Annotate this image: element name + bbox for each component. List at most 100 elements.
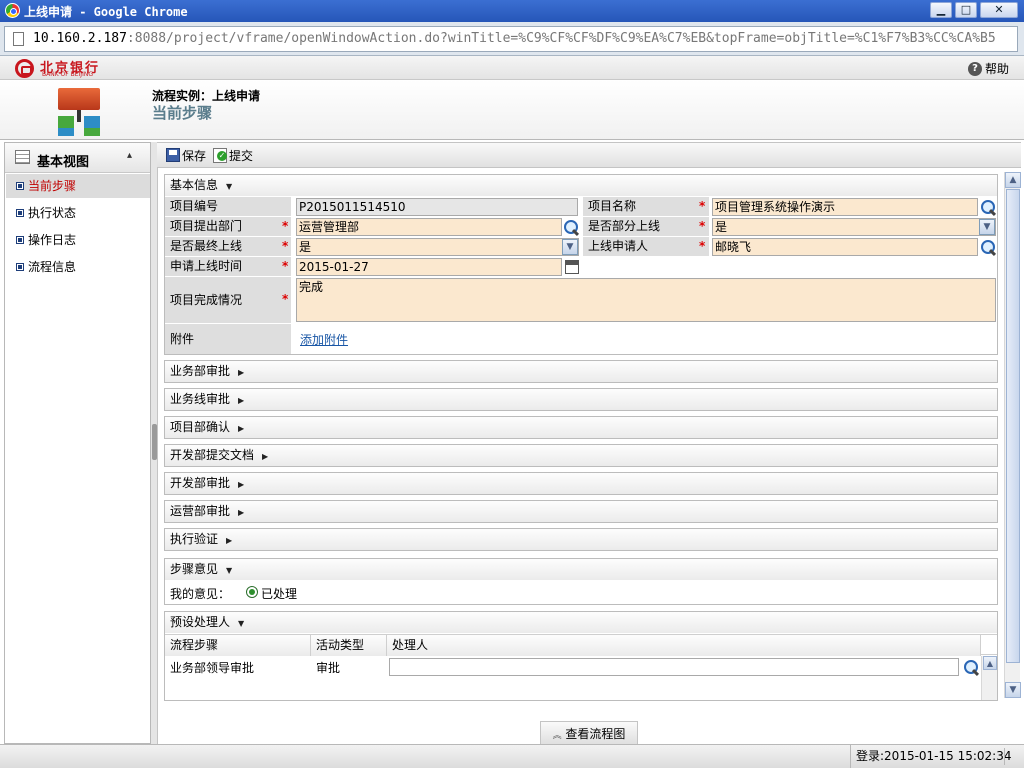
radio-processed-label: 已处理	[261, 587, 298, 601]
scroll-down-icon[interactable]: ▼	[1005, 682, 1021, 698]
section-project-dept-confirm[interactable]: 项目部确认 ▶	[164, 416, 998, 439]
scroll-thumb[interactable]	[1006, 189, 1020, 663]
section-title: 开发部提交文档	[170, 448, 255, 462]
section-header[interactable]: 基本信息 ▼	[165, 175, 997, 196]
sidebar-item-execution-status[interactable]: 执行状态	[6, 201, 150, 225]
view-flowchart-button[interactable]: ︽ 查看流程图	[540, 721, 638, 745]
section-title: 开发部审批	[170, 476, 231, 490]
completion-textarea[interactable]: 完成	[296, 278, 996, 322]
table-row: 业务部领导审批 审批 ▲	[165, 656, 997, 700]
section-header[interactable]: 项目部确认 ▶	[165, 417, 997, 438]
minimize-button[interactable]: ▁	[930, 2, 952, 18]
window-title-bar[interactable]: 上线申请 - Google Chrome ▁ □ ✕	[0, 0, 1024, 22]
url-field[interactable]: 10.160.2.187:8088/project/vframe/openWin…	[4, 26, 1018, 52]
sidebar: 基本视图 ▴ 当前步骤 执行状态 操作日志 流程信息	[4, 142, 151, 744]
workflow-icon	[57, 88, 101, 136]
section-title: 执行验证	[170, 532, 219, 546]
partial-launch-select[interactable]: 是	[712, 218, 996, 236]
submit-icon	[213, 147, 227, 163]
section-business-approval[interactable]: 业务部审批 ▶	[164, 360, 998, 383]
expand-right-icon: ▶	[226, 536, 233, 545]
handler-scrollbar[interactable]: ▲	[981, 656, 997, 700]
section-header[interactable]: 开发部审批 ▶	[165, 473, 997, 494]
expand-right-icon: ▶	[238, 508, 245, 517]
project-no-field[interactable]: P2015011514510	[296, 198, 578, 216]
required-mark: *	[699, 239, 706, 253]
help-question-icon: ?	[968, 61, 982, 76]
sidebar-item-current-step[interactable]: 当前步骤	[6, 174, 150, 198]
applicant-field[interactable]: 邮晓飞	[712, 238, 978, 256]
bullet-icon	[16, 236, 24, 244]
section-header[interactable]: 业务线审批 ▶	[165, 389, 997, 410]
section-ops-approval[interactable]: 运营部审批 ▶	[164, 500, 998, 523]
section-title: 业务部审批	[170, 364, 231, 378]
section-execution-verify[interactable]: 执行验证 ▶	[164, 528, 998, 551]
maximize-button[interactable]: □	[955, 2, 977, 18]
search-icon[interactable]	[980, 239, 997, 256]
section-header[interactable]: 业务部审批 ▶	[165, 361, 997, 382]
content-scrollbar[interactable]: ▲ ▼	[1004, 172, 1021, 698]
search-icon[interactable]	[980, 199, 997, 216]
help-link[interactable]: ? 帮助	[968, 60, 1009, 77]
address-bar: 10.160.2.187:8088/project/vframe/openWin…	[0, 22, 1024, 56]
toolbar: 保存 提交	[157, 142, 1021, 168]
search-icon[interactable]	[963, 659, 980, 676]
sidebar-header: 基本视图 ▴	[5, 143, 150, 173]
chevron-down-icon[interactable]: ▼	[562, 239, 578, 255]
add-attachment-link[interactable]: 添加附件	[300, 331, 348, 348]
section-header[interactable]: 步骤意见 ▼	[165, 559, 997, 580]
launch-date-field[interactable]: 2015-01-27	[296, 258, 562, 276]
section-business-line-approval[interactable]: 业务线审批 ▶	[164, 388, 998, 411]
section-title: 项目部确认	[170, 420, 231, 434]
collapse-up-icon[interactable]: ▴	[127, 150, 132, 161]
scroll-up-icon[interactable]: ▲	[1005, 172, 1021, 188]
sidebar-item-label: 执行状态	[28, 206, 77, 220]
chevron-down-icon[interactable]: ▼	[979, 219, 995, 235]
form-content: 基本信息 ▼ 项目编号 P2015011514510 项目名称 * 项目管理系统操…	[157, 168, 1021, 744]
close-button[interactable]: ✕	[980, 2, 1018, 18]
project-name-label: 项目名称	[583, 197, 709, 216]
column-header: 活动类型	[311, 635, 387, 656]
final-launch-select[interactable]: 是	[296, 238, 579, 256]
handlers-table-header: 流程步骤 活动类型 处理人	[165, 634, 997, 656]
section-header[interactable]: 运营部审批 ▶	[165, 501, 997, 522]
required-mark: *	[282, 219, 289, 233]
brand-bar: 北京银行 BANK OF BEIJING ? 帮助	[0, 56, 1024, 80]
help-label: 帮助	[985, 62, 1010, 76]
section-header[interactable]: 执行验证 ▶	[165, 529, 997, 550]
expand-right-icon: ▶	[238, 368, 245, 377]
handler-field[interactable]	[389, 658, 959, 676]
expand-right-icon: ▶	[238, 424, 245, 433]
project-name-field[interactable]: 项目管理系统操作演示	[712, 198, 978, 216]
sidebar-title: 基本视图	[37, 155, 90, 170]
search-icon[interactable]	[563, 219, 580, 236]
partial-launch-label: 是否部分上线	[583, 217, 709, 236]
column-header: 流程步骤	[165, 635, 311, 656]
section-dev-submit-docs[interactable]: 开发部提交文档 ▶	[164, 444, 998, 467]
final-launch-label: 是否最终上线	[165, 237, 291, 256]
section-header[interactable]: 预设处理人 ▼	[165, 612, 997, 633]
dept-field[interactable]: 运营管理部	[296, 218, 562, 236]
grid-view-icon	[15, 150, 30, 164]
bullet-icon	[16, 263, 24, 271]
sidebar-item-operation-log[interactable]: 操作日志	[6, 228, 150, 252]
sidebar-item-process-info[interactable]: 流程信息	[6, 255, 150, 279]
current-step-title: 当前步骤	[152, 104, 213, 122]
section-dev-approval[interactable]: 开发部审批 ▶	[164, 472, 998, 495]
submit-button[interactable]: 提交	[213, 146, 253, 164]
window-title: 上线申请 - Google Chrome	[24, 5, 188, 19]
sidebar-item-label: 当前步骤	[28, 179, 77, 193]
section-header[interactable]: 开发部提交文档 ▶	[165, 445, 997, 466]
expand-down-icon: ▼	[238, 619, 245, 628]
save-button[interactable]: 保存	[166, 146, 206, 164]
page-header: 流程实例：上线申请 当前步骤	[0, 80, 1024, 140]
expand-down-icon: ▼	[226, 566, 233, 575]
row-type: 审批	[316, 661, 341, 675]
calendar-icon[interactable]	[565, 260, 579, 274]
radio-processed[interactable]	[246, 586, 258, 598]
project-no-label: 项目编号	[165, 197, 291, 216]
url-text: 10.160.2.187:8088/project/vframe/openWin…	[33, 31, 996, 46]
required-mark: *	[282, 239, 289, 253]
expand-right-icon: ▶	[262, 452, 269, 461]
section-title: 预设处理人	[170, 615, 231, 629]
